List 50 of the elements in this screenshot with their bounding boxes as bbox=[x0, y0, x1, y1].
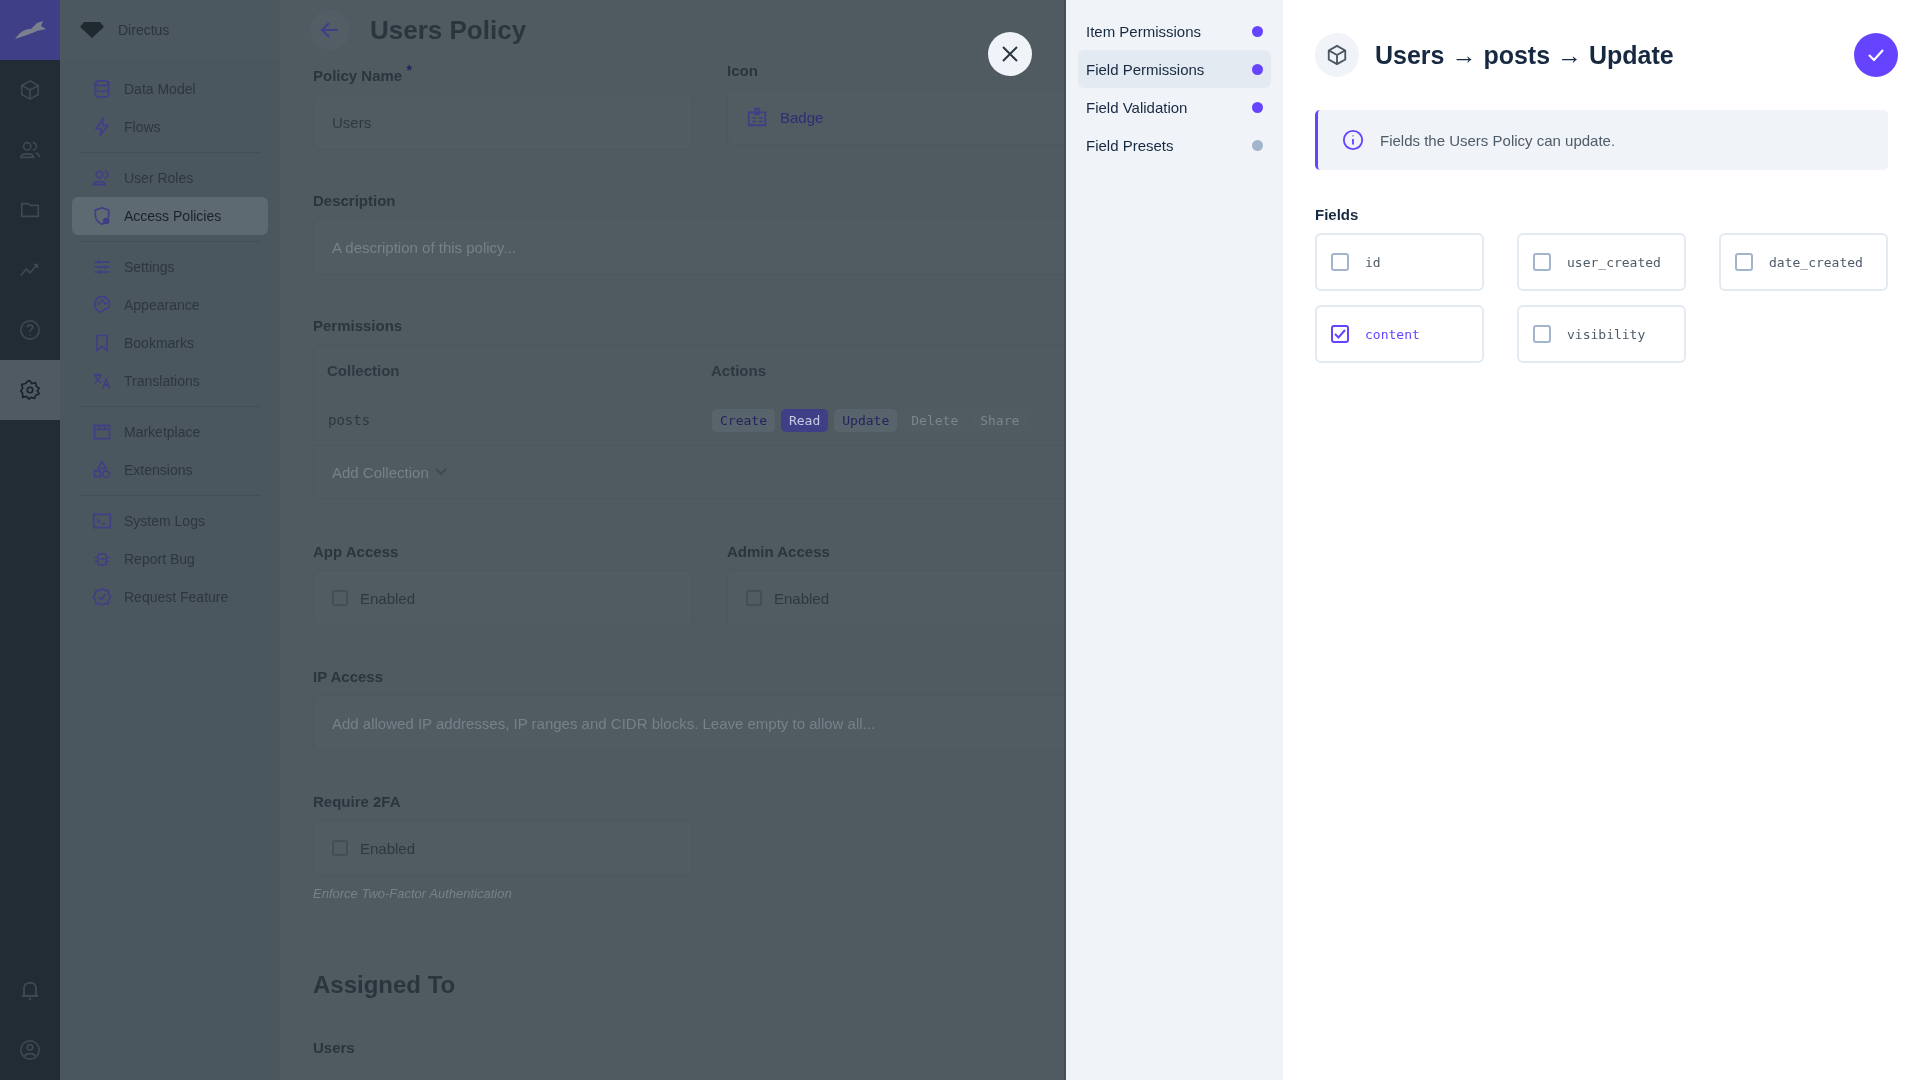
drawer-tab[interactable]: Field Permissions bbox=[1078, 50, 1271, 88]
badge-icon bbox=[92, 587, 112, 607]
field-checkbox-card[interactable]: date_created bbox=[1719, 233, 1888, 291]
back-button[interactable] bbox=[310, 10, 350, 50]
nav-rail-item[interactable] bbox=[0, 360, 60, 420]
user-avatar-icon bbox=[19, 1039, 41, 1061]
field-checkbox-card[interactable]: id bbox=[1315, 233, 1484, 291]
diamond-icon bbox=[80, 22, 104, 38]
field-checkbox-card[interactable]: content bbox=[1315, 305, 1484, 363]
info-icon bbox=[1342, 129, 1364, 151]
permission-action-toggle[interactable]: Read bbox=[780, 408, 829, 432]
permission-action-toggle[interactable]: Create bbox=[712, 408, 775, 432]
sliders-icon bbox=[92, 257, 112, 277]
checkbox[interactable] bbox=[1533, 325, 1551, 343]
palette-icon bbox=[92, 295, 112, 315]
sidebar-item[interactable]: Access Policies bbox=[72, 197, 268, 235]
permission-action-toggle[interactable]: Update bbox=[834, 408, 898, 432]
cube-icon bbox=[1315, 33, 1359, 77]
store-icon bbox=[92, 422, 112, 442]
drawer-tab[interactable]: Field Validation bbox=[1078, 88, 1271, 126]
check-icon bbox=[1867, 48, 1885, 62]
field-checkbox-card[interactable]: visibility bbox=[1517, 305, 1686, 363]
bolt-icon bbox=[92, 117, 112, 137]
shield-icon bbox=[92, 206, 112, 226]
db-icon bbox=[92, 79, 112, 99]
users-icon bbox=[92, 168, 112, 188]
drawer-tab[interactable]: Field Presets bbox=[1078, 126, 1271, 164]
field-label: Fields bbox=[1315, 206, 1360, 223]
translate-icon bbox=[92, 371, 112, 391]
settings-icon bbox=[19, 379, 41, 401]
checkbox[interactable] bbox=[1331, 325, 1349, 343]
save-button[interactable] bbox=[1854, 33, 1898, 77]
close-icon bbox=[1001, 45, 1019, 63]
drawer-title: Users → posts → Update bbox=[1375, 40, 1675, 70]
notice-text: Fields the Users Policy can update. bbox=[1380, 131, 1616, 149]
checkbox[interactable] bbox=[1735, 253, 1753, 271]
drawer-tab[interactable]: Item Permissions bbox=[1078, 12, 1271, 50]
field-checkbox-card[interactable]: user_created bbox=[1517, 233, 1686, 291]
badge-icon bbox=[746, 106, 768, 128]
app-logo[interactable] bbox=[0, 0, 60, 60]
close-button[interactable] bbox=[988, 32, 1032, 76]
checkbox[interactable] bbox=[1533, 253, 1551, 271]
bell-icon bbox=[20, 979, 40, 1001]
shapes-icon bbox=[92, 460, 112, 480]
checkbox[interactable] bbox=[1331, 253, 1349, 271]
arrow-left-icon bbox=[320, 21, 340, 39]
help-icon bbox=[19, 319, 41, 341]
box-icon bbox=[19, 79, 41, 101]
users-icon bbox=[19, 139, 41, 161]
terminal-icon bbox=[92, 511, 112, 531]
